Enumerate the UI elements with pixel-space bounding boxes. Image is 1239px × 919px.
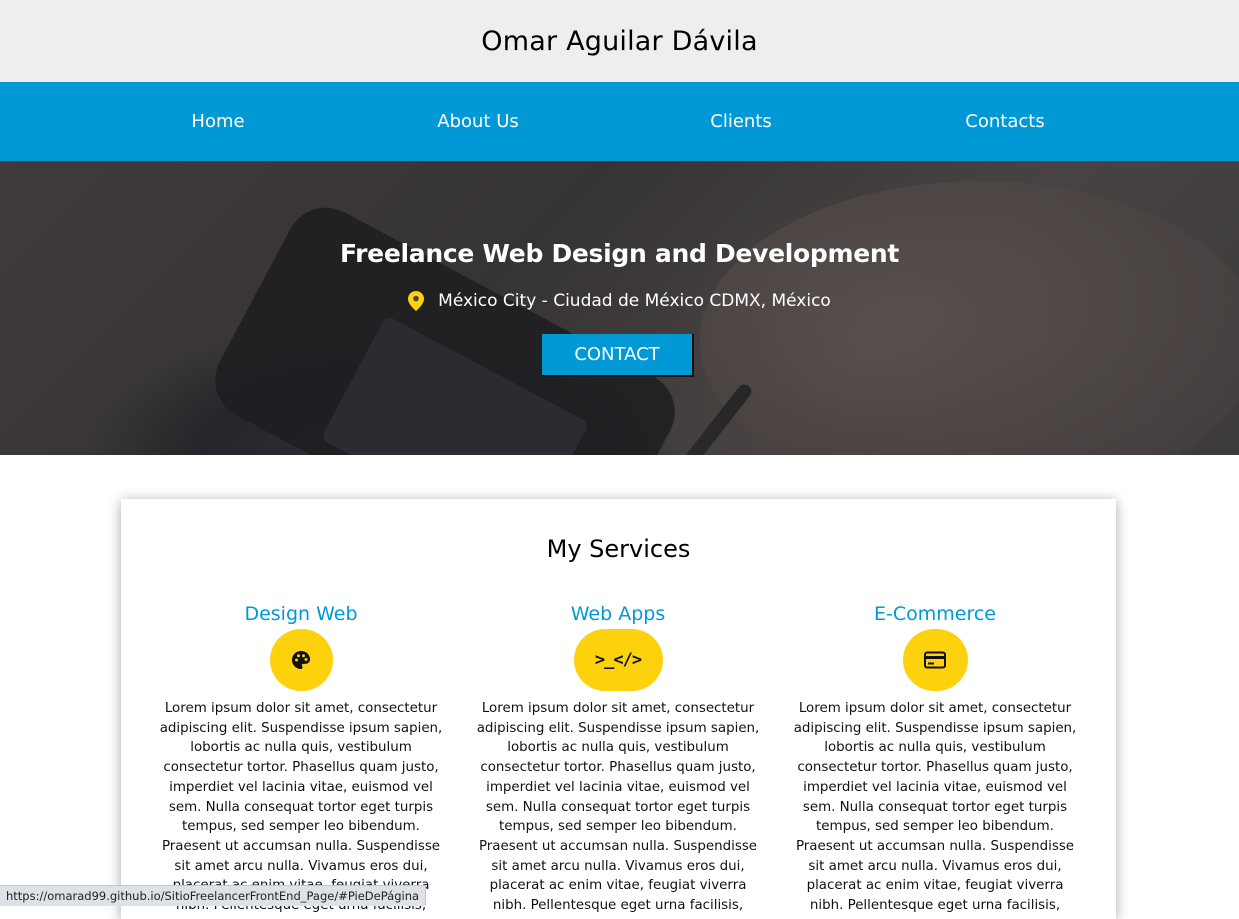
service-icon-badge <box>902 629 968 691</box>
service-icon-badge: >_</> <box>573 629 663 691</box>
service-design-web: Design Web Lorem ipsum dolor sit amet, c… <box>156 599 446 916</box>
hero-banner: Freelance Web Design and Development Méx… <box>0 161 1239 455</box>
nav-home[interactable]: Home <box>191 111 244 132</box>
service-title: Web Apps <box>570 603 666 625</box>
nav-about-us[interactable]: About Us <box>437 111 519 132</box>
service-description: Lorem ipsum dolor sit amet, consectetur … <box>476 701 760 914</box>
services-title: My Services <box>546 535 691 563</box>
hero-location-text: México City - Ciudad de México CDMX, Méx… <box>438 291 831 311</box>
hero-location: México City - Ciudad de México CDMX, Méx… <box>0 291 1239 311</box>
service-title: E-Commerce <box>874 603 996 625</box>
service-icon-badge <box>269 629 333 691</box>
hero-title: Freelance Web Design and Development <box>339 239 900 268</box>
browser-status-bar: https://omarad99.github.io/SitioFreelanc… <box>0 885 427 906</box>
service-title: Design Web <box>244 603 358 625</box>
services-card: My Services Design Web Lorem ipsum dolor… <box>121 499 1116 919</box>
credit-card-icon <box>924 651 946 669</box>
map-pin-icon <box>408 291 425 311</box>
code-icon: >_</> <box>594 650 642 670</box>
palette-icon <box>292 651 310 669</box>
service-web-apps: Web Apps >_</> Lorem ipsum dolor sit ame… <box>473 599 763 916</box>
site-title: Omar Aguilar Dávila <box>481 25 758 57</box>
service-description: Lorem ipsum dolor sit amet, consectetur … <box>793 701 1077 914</box>
site-header: Omar Aguilar Dávila <box>0 0 1239 82</box>
service-description: Lorem ipsum dolor sit amet, consectetur … <box>159 701 443 913</box>
nav-contacts[interactable]: Contacts <box>965 111 1044 132</box>
service-e-commerce: E-Commerce Lorem ipsum dolor sit amet, c… <box>790 599 1080 916</box>
nav-clients[interactable]: Clients <box>710 111 772 132</box>
main-nav: Home About Us Clients Contacts <box>0 82 1239 161</box>
contact-button[interactable]: CONTACT <box>542 334 694 377</box>
